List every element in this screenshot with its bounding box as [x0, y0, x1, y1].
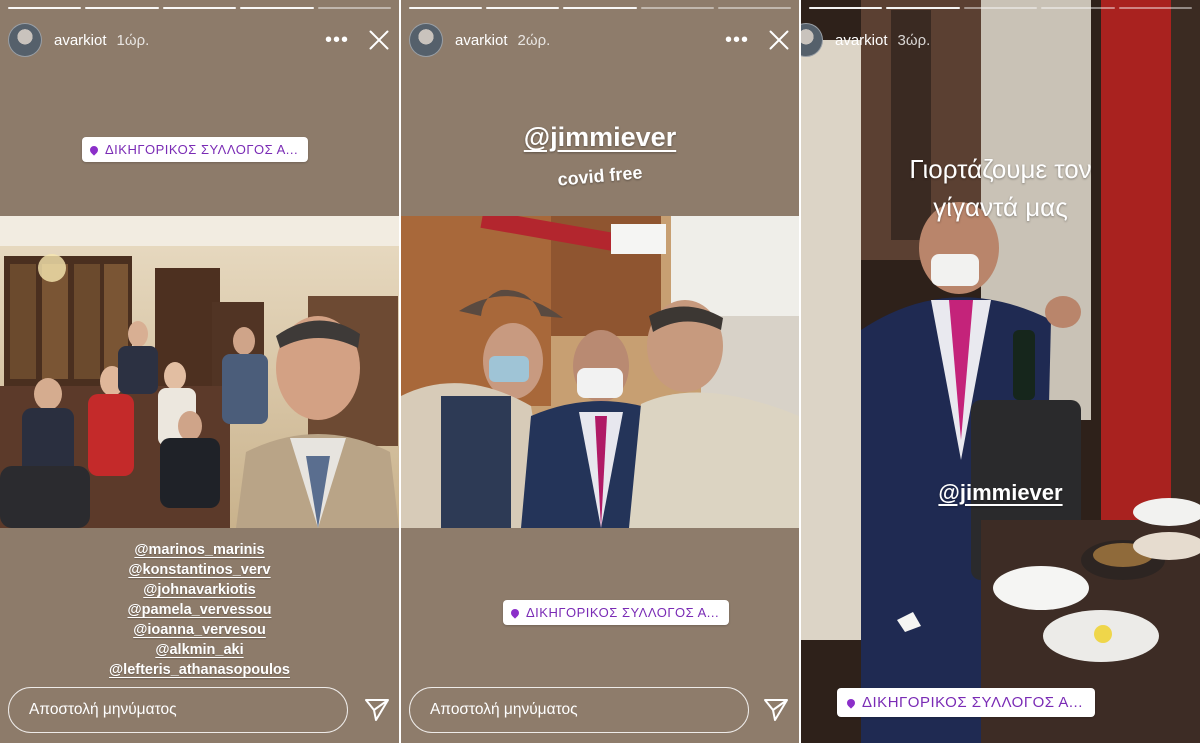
- mention-link[interactable]: @lefteris_athanasopoulos: [0, 660, 399, 680]
- story-photo: [0, 216, 399, 528]
- location-sticker[interactable]: ΔΙΚΗΓΟΡΙΚΟΣ ΣΥΛΛΟΓΟΣ Α...: [837, 688, 1095, 717]
- story-progress-bar: [8, 7, 392, 9]
- mention-link[interactable]: @alkmin_aki: [0, 640, 399, 660]
- story-panel-3[interactable]: avarkiot 3ώρ. Γιορτάζουμε τον γίγαντά μα…: [801, 0, 1200, 743]
- office-photo-image: [401, 216, 799, 528]
- location-pin-icon: [88, 143, 100, 156]
- location-pin-icon: [845, 696, 857, 709]
- location-sticker[interactable]: ΔΙΚΗΓΟΡΙΚΟΣ ΣΥΛΛΟΓΟΣ Α...: [82, 137, 309, 162]
- story-header: avarkiot 1ώρ. •••: [8, 20, 391, 60]
- story-photo: [801, 0, 1200, 743]
- mention-link[interactable]: @konstantinos_verv: [0, 560, 399, 580]
- avatar[interactable]: [409, 23, 443, 57]
- mention-sticker[interactable]: @jimmiever: [401, 122, 799, 153]
- avatar[interactable]: [8, 23, 42, 57]
- mention-link[interactable]: @ioanna_vervesou: [0, 620, 399, 640]
- username[interactable]: avarkiot: [835, 32, 888, 49]
- caption-line-2: γίγαντά μας: [933, 192, 1068, 222]
- reply-placeholder: Αποστολή μηνύματος: [430, 701, 578, 718]
- mention-link[interactable]: @pamela_vervessou: [0, 600, 399, 620]
- story-panel-2[interactable]: avarkiot 2ώρ. ••• @jimmiever covid free: [401, 0, 799, 743]
- mentions-list: @marinos_marinis @konstantinos_verv @joh…: [0, 540, 399, 680]
- post-time: 2ώρ.: [517, 31, 551, 49]
- send-icon[interactable]: [763, 697, 789, 723]
- story-progress-bar: [809, 7, 1193, 9]
- send-icon[interactable]: [364, 697, 390, 723]
- location-label: ΔΙΚΗΓΟΡΙΚΟΣ ΣΥΛΛΟΓΟΣ Α...: [526, 605, 720, 620]
- location-sticker[interactable]: ΔΙΚΗΓΟΡΙΚΟΣ ΣΥΛΛΟΓΟΣ Α...: [503, 600, 730, 625]
- mention-link[interactable]: @marinos_marinis: [0, 540, 399, 560]
- close-icon[interactable]: [767, 28, 791, 52]
- mention-link[interactable]: @johnavarkiotis: [0, 580, 399, 600]
- caption-text: covid free: [556, 162, 644, 190]
- caption-text: Γιορτάζουμε τον γίγαντά μας: [801, 150, 1200, 226]
- username[interactable]: avarkiot: [455, 32, 508, 49]
- post-time: 3ώρ.: [897, 31, 931, 49]
- story-photo: [401, 216, 799, 528]
- group-photo-image: [0, 216, 399, 528]
- reply-input[interactable]: Αποστολή μηνύματος: [8, 687, 348, 733]
- close-icon[interactable]: [367, 28, 391, 52]
- reply-input[interactable]: Αποστολή μηνύματος: [409, 687, 749, 733]
- reply-placeholder: Αποστολή μηνύματος: [29, 701, 177, 718]
- more-options-icon[interactable]: •••: [725, 30, 749, 50]
- celebration-photo-image: [801, 0, 1200, 743]
- location-label: ΔΙΚΗΓΟΡΙΚΟΣ ΣΥΛΛΟΓΟΣ Α...: [862, 694, 1083, 711]
- more-options-icon[interactable]: •••: [325, 30, 349, 50]
- caption-line-1: Γιορτάζουμε τον: [909, 154, 1092, 184]
- post-time: 1ώρ.: [116, 31, 150, 49]
- username[interactable]: avarkiot: [54, 32, 107, 49]
- story-header: avarkiot 3ώρ.: [801, 20, 1200, 60]
- location-pin-icon: [509, 606, 521, 619]
- mention-sticker[interactable]: @jimmiever: [801, 480, 1200, 506]
- story-progress-bar: [409, 7, 792, 9]
- location-label: ΔΙΚΗΓΟΡΙΚΟΣ ΣΥΛΛΟΓΟΣ Α...: [105, 142, 299, 157]
- story-header: avarkiot 2ώρ. •••: [409, 20, 791, 60]
- story-panel-1[interactable]: avarkiot 1ώρ. ••• ΔΙΚΗΓΟΡΙΚΟΣ ΣΥΛΛΟΓΟΣ Α…: [0, 0, 399, 743]
- avatar[interactable]: [801, 23, 823, 57]
